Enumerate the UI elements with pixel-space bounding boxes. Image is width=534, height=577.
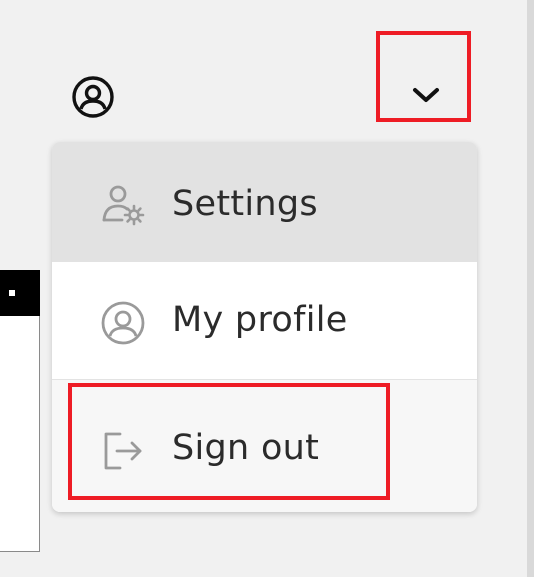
user-circle-icon <box>100 300 146 346</box>
menu-item-sign-out-label: Sign out <box>172 428 320 468</box>
user-circle-icon[interactable] <box>70 74 116 120</box>
sign-out-icon <box>100 428 146 474</box>
background-panel-header <box>0 270 40 316</box>
chevron-down-icon <box>413 88 439 102</box>
account-dropdown-toggle[interactable] <box>376 31 471 122</box>
menu-item-settings[interactable]: Settings <box>52 142 477 262</box>
account-menu: Settings My profile Sign out <box>52 142 477 512</box>
menu-item-my-profile-label: My profile <box>172 300 348 340</box>
menu-item-my-profile[interactable]: My profile <box>52 262 477 380</box>
background-panel <box>0 270 40 552</box>
user-settings-icon <box>100 182 146 228</box>
menu-item-settings-label: Settings <box>172 184 318 224</box>
menu-item-sign-out[interactable]: Sign out <box>52 380 477 512</box>
scrollbar-track <box>527 0 534 577</box>
background-panel-dot <box>9 290 15 296</box>
